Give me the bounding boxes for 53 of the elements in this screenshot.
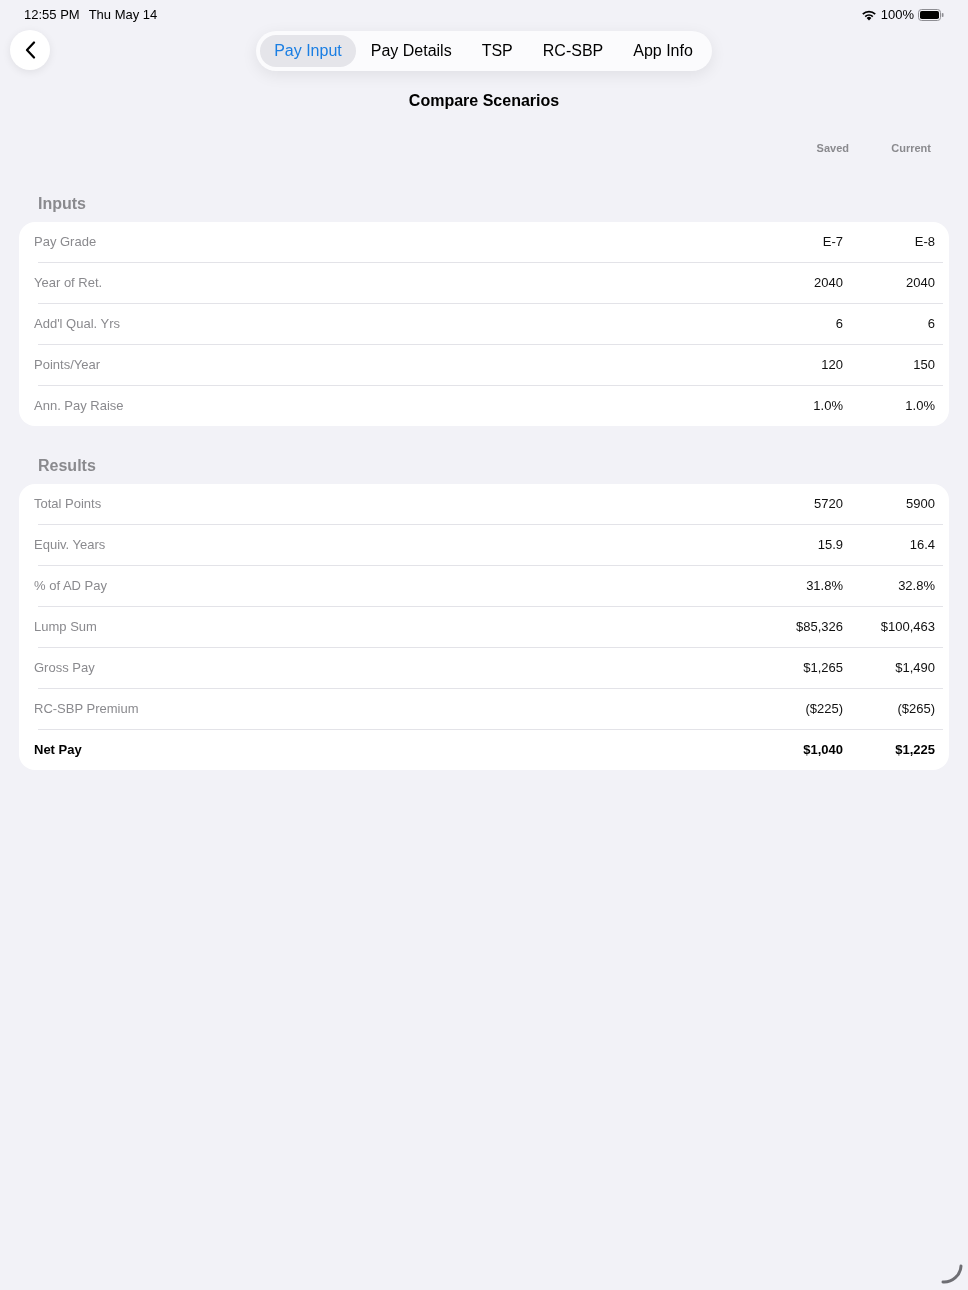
row-label: Year of Ret. [34, 274, 104, 293]
status-date: Thu May 14 [88, 6, 158, 25]
row-value: 5720 [814, 495, 843, 514]
row-value: 120 [821, 356, 843, 375]
row-label: Gross Pay [34, 659, 96, 678]
status-time: 12:55 PM [24, 6, 80, 25]
row-value: 1.0% [905, 397, 935, 416]
row-label: Lump Sum [34, 618, 98, 637]
row-label: Equiv. Years [34, 536, 107, 555]
row-value: 2040 [814, 274, 843, 293]
page-title: Compare Scenarios [408, 91, 560, 111]
row-label: Points/Year [34, 356, 101, 375]
row-label: Add'l Qual. Yrs [34, 315, 122, 334]
row-value: 2040 [906, 274, 935, 293]
row-value: 1.0% [813, 397, 843, 416]
row-value: ($265) [897, 700, 935, 719]
row-value: 150 [913, 356, 935, 375]
row-value: 5900 [906, 495, 935, 514]
row-value: $1,040 [803, 741, 843, 760]
battery-icon [918, 9, 944, 21]
row-value: E-8 [914, 233, 935, 252]
battery-percentage: 100% [880, 6, 914, 25]
row-label: Pay Grade [34, 233, 98, 252]
column-header: Current [891, 141, 931, 155]
section-header: Results [38, 457, 96, 474]
row-value: 6 [835, 315, 843, 334]
row-label: Net Pay [34, 741, 83, 760]
resize-grip-icon [941, 1264, 963, 1284]
row-value: $1,490 [895, 659, 935, 678]
row-label: RC-SBP Premium [34, 700, 140, 719]
row-value: $100,463 [880, 618, 935, 637]
row-value: 16.4 [909, 536, 935, 555]
row-value: 31.8% [806, 577, 843, 596]
wifi-icon [860, 9, 877, 21]
row-value: $1,225 [895, 741, 935, 760]
back-button[interactable] [10, 30, 50, 70]
row-value: 15.9 [817, 536, 843, 555]
row-label: % of AD Pay [34, 577, 108, 596]
tab[interactable]: Pay Details [355, 35, 467, 67]
row-value: ($225) [805, 700, 843, 719]
section-header: Inputs [38, 195, 86, 212]
row-value: E-7 [822, 233, 843, 252]
column-header: Saved [816, 141, 849, 155]
row-label: Total Points [34, 495, 103, 514]
chevron-left-icon [24, 41, 36, 59]
row-value: $85,326 [796, 618, 843, 637]
row-label: Ann. Pay Raise [34, 397, 125, 416]
tab[interactable]: RC-SBP [527, 35, 619, 67]
row-value: 6 [927, 315, 935, 334]
row-value: 32.8% [898, 577, 935, 596]
tab[interactable]: App Info [618, 35, 708, 67]
tab[interactable]: TSP [466, 35, 528, 67]
row-value: $1,265 [803, 659, 843, 678]
